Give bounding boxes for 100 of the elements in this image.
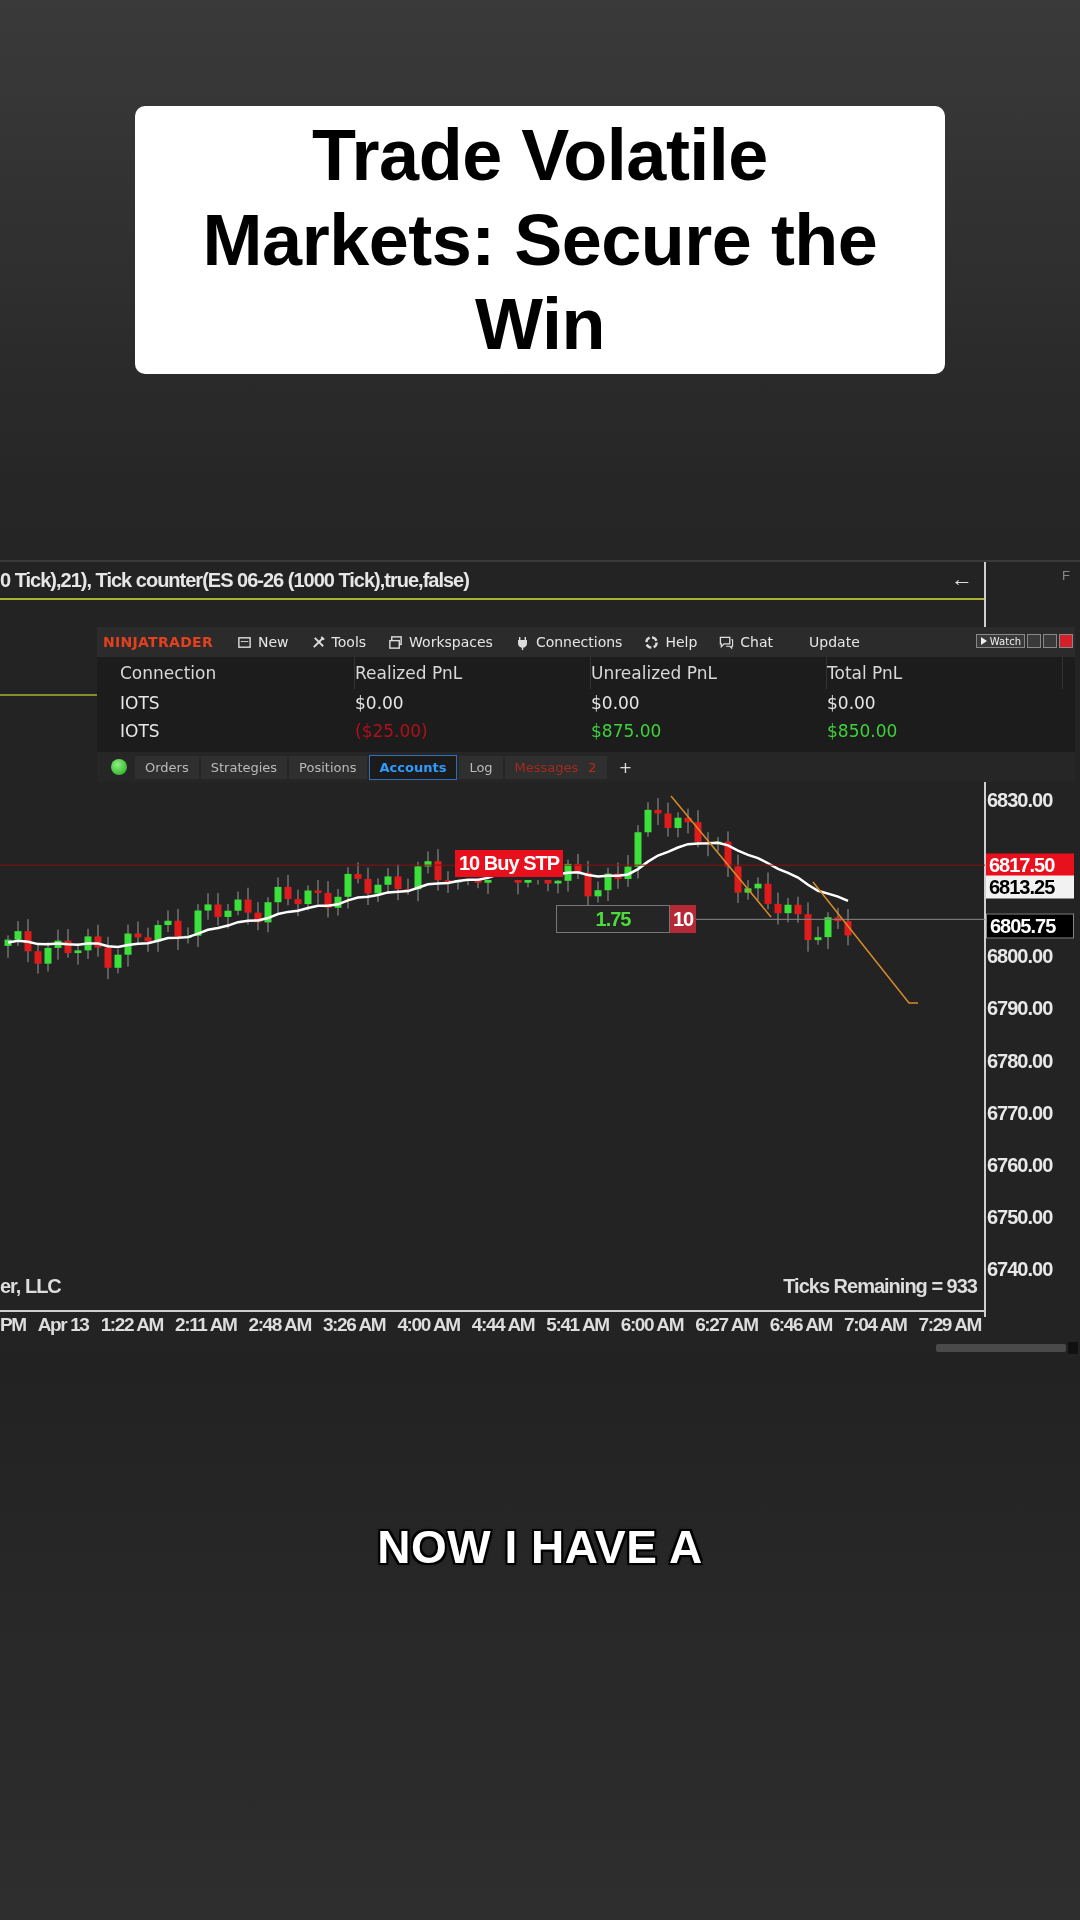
chat-icon <box>719 634 735 650</box>
candle <box>774 892 782 925</box>
menu-item[interactable]: Help <box>644 634 698 650</box>
caption-text: NOW I HAVE A <box>376 1520 704 1574</box>
candle <box>194 903 202 948</box>
time-axis-label: 4:00 AM <box>397 1314 460 1336</box>
scrollbar-thumb[interactable] <box>936 1344 1066 1352</box>
indicator-label: 0 Tick),21), Tick counter(ES 06-26 (1000 Tick),true,false) <box>0 568 469 592</box>
column-header[interactable]: Total PnL <box>827 657 1063 689</box>
order-label[interactable]: 10 Buy STP <box>455 850 564 877</box>
candle <box>184 926 192 944</box>
side-tab[interactable]: F <box>1062 568 1070 600</box>
candle <box>54 929 62 961</box>
time-axis-label: 3:26 AM <box>322 1314 386 1336</box>
table-cell-text: IOTS <box>120 692 161 715</box>
candle <box>374 877 382 903</box>
candle <box>704 831 712 857</box>
candle <box>454 879 462 891</box>
candle <box>594 881 602 904</box>
candle <box>354 862 362 884</box>
candle <box>14 920 22 947</box>
candle <box>784 897 792 923</box>
close-button[interactable] <box>1059 634 1073 648</box>
add-tab-button[interactable]: + <box>614 757 637 777</box>
price-tag: 6813.25 <box>986 875 1074 899</box>
menu-item[interactable]: New <box>237 634 289 650</box>
menu-item[interactable]: Chat <box>719 634 774 650</box>
candle <box>524 879 532 888</box>
candle <box>814 926 822 946</box>
table-cell-text: ($25.00) <box>355 720 429 743</box>
candle <box>294 889 302 917</box>
price-axis-label: 6830.00 <box>987 788 1053 812</box>
candle <box>484 879 492 895</box>
menu-item[interactable]: Workspaces <box>388 634 493 650</box>
time-axis-label: 2:11 AM <box>175 1314 237 1336</box>
candle <box>694 809 702 848</box>
table-cell-text: $875.00 <box>591 720 663 743</box>
candle <box>554 879 562 894</box>
candle <box>604 867 612 902</box>
candle <box>634 824 642 879</box>
ticks-remaining: Ticks Remaining = 933 <box>783 1275 977 1298</box>
candle <box>734 854 742 904</box>
candle <box>724 830 732 878</box>
tools-icon <box>310 634 326 650</box>
time-axis-label: 6:46 AM <box>769 1314 832 1336</box>
candle <box>114 948 122 974</box>
maximize-button[interactable] <box>1043 634 1057 648</box>
candle <box>44 941 52 973</box>
watch-button[interactable]: Watch <box>975 634 1025 648</box>
candle <box>94 924 102 958</box>
copyright-text: er, LLC <box>0 1275 61 1298</box>
candle <box>84 928 92 960</box>
candle <box>474 879 482 889</box>
candle <box>24 918 32 963</box>
time-axis-label: 6:27 AM <box>695 1314 758 1336</box>
candle <box>744 879 752 901</box>
column-header[interactable]: Unrealized PnL <box>591 657 827 689</box>
candle <box>164 909 172 933</box>
tab[interactable]: Strategies <box>200 755 288 779</box>
windows-icon <box>388 634 404 650</box>
candle <box>644 801 652 838</box>
back-arrow[interactable]: ← <box>951 566 973 592</box>
tab[interactable]: Accounts <box>368 754 458 780</box>
candle <box>214 892 222 927</box>
table-cell-text: IOTS <box>120 720 161 743</box>
candle <box>64 928 72 959</box>
candle <box>204 892 212 921</box>
time-axis-label: 6:00 AM <box>620 1314 684 1336</box>
price-tag: 6817.50 <box>986 853 1074 877</box>
menu-item[interactable]: Update <box>809 634 860 650</box>
tab[interactable]: Positions <box>289 755 367 779</box>
candle <box>334 888 342 917</box>
candle <box>344 866 352 910</box>
price-axis-label: 6790.00 <box>987 996 1053 1020</box>
time-axis-label: 4:44 AM <box>471 1314 535 1336</box>
minimize-button[interactable] <box>1027 634 1041 648</box>
play-icon <box>979 637 988 645</box>
candle <box>794 896 802 924</box>
position-quantity[interactable]: 10 <box>670 905 696 933</box>
time-axis-label: 7:29 AM <box>918 1314 981 1336</box>
candle <box>754 876 762 901</box>
candle <box>394 864 402 901</box>
candle <box>404 878 412 896</box>
candle <box>244 887 252 925</box>
window-icon <box>237 634 253 650</box>
menu-item[interactable]: Connections <box>514 634 623 650</box>
candle <box>34 942 42 975</box>
candle <box>144 927 152 953</box>
candle <box>154 919 162 953</box>
time-axis-label: 2:48 AM <box>248 1314 311 1336</box>
tab[interactable]: Orders <box>135 755 199 779</box>
title-text: Trade Volatile Markets: Secure the Win <box>201 113 879 367</box>
menu-item[interactable]: Tools <box>310 634 367 650</box>
column-header[interactable]: Connection <box>120 657 355 689</box>
tab[interactable]: Log <box>459 755 503 779</box>
candle <box>714 836 722 852</box>
candle <box>654 797 662 826</box>
candle <box>824 911 832 950</box>
table-cell-text: $850.00 <box>827 720 899 743</box>
column-header[interactable]: Realized PnL <box>355 657 591 689</box>
